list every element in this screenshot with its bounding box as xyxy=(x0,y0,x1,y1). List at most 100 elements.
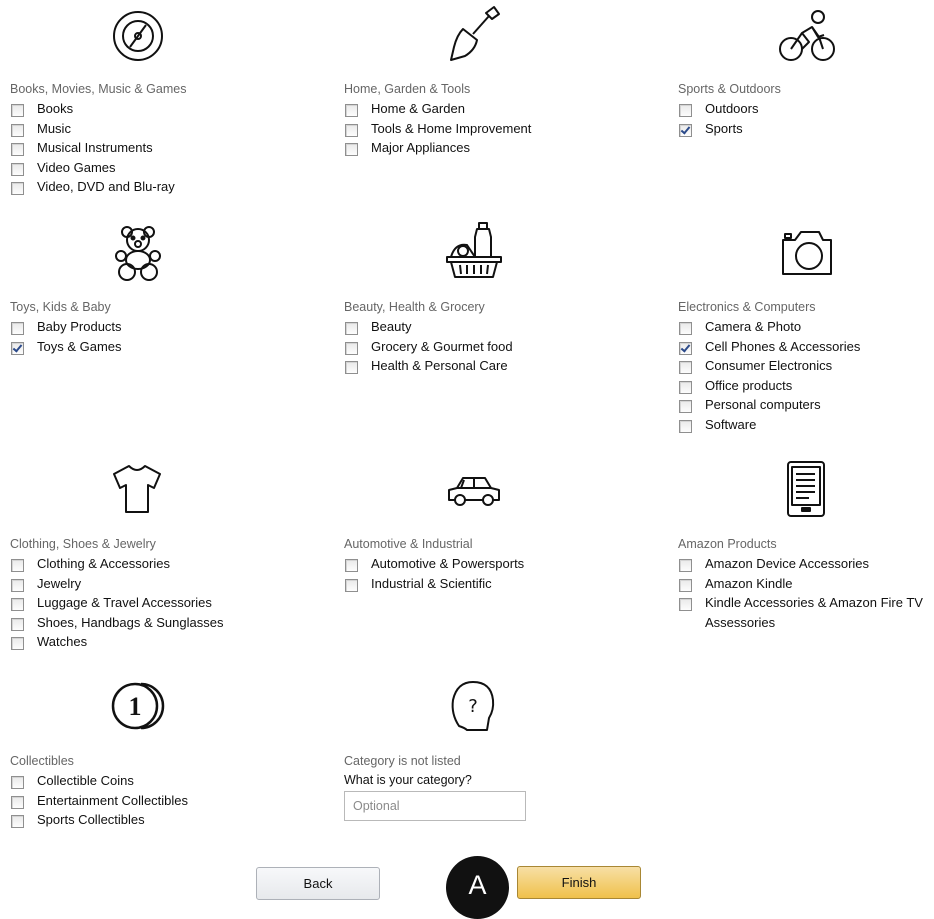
checkbox-checked[interactable] xyxy=(679,341,692,355)
option-label[interactable]: Baby Products xyxy=(37,319,122,335)
option-label[interactable]: Health & Personal Care xyxy=(371,358,508,374)
option-cell-phones-accessories[interactable]: Cell Phones & Accessories xyxy=(678,339,860,359)
option-label[interactable]: Luggage & Travel Accessories xyxy=(37,595,212,611)
checkbox[interactable] xyxy=(11,559,24,572)
back-button[interactable]: Back xyxy=(256,867,380,900)
option-automotive-powersports[interactable]: Automotive & Powersports xyxy=(344,556,524,576)
checkbox[interactable] xyxy=(11,637,24,651)
option-collectible-coins[interactable]: Collectible Coins xyxy=(10,773,188,793)
option-shoes-handbags-sunglasses[interactable]: Shoes, Handbags & Sunglasses xyxy=(10,615,223,635)
option-label[interactable]: Tools & Home Improvement xyxy=(371,121,531,137)
checkbox[interactable] xyxy=(11,795,24,809)
option-consumer-electronics[interactable]: Consumer Electronics xyxy=(678,358,860,378)
option-clothing-accessories[interactable]: Clothing & Accessories xyxy=(10,556,223,576)
option-label[interactable]: Clothing & Accessories xyxy=(37,556,170,572)
option-label[interactable]: Video Games xyxy=(37,160,116,176)
checkbox[interactable] xyxy=(11,815,24,829)
option-label[interactable]: Video, DVD and Blu-ray xyxy=(37,179,175,195)
finish-button[interactable]: Finish xyxy=(517,866,641,899)
option-label[interactable]: Camera & Photo xyxy=(705,319,801,335)
option-label[interactable]: Shoes, Handbags & Sunglasses xyxy=(37,615,223,631)
checkbox[interactable] xyxy=(11,162,24,176)
option-health-personal-care[interactable]: Health & Personal Care xyxy=(344,358,513,378)
option-label[interactable]: Personal computers xyxy=(705,397,821,413)
checkbox[interactable] xyxy=(345,104,358,117)
option-label[interactable]: Consumer Electronics xyxy=(705,358,832,374)
checkbox[interactable] xyxy=(345,143,358,157)
option-software[interactable]: Software xyxy=(678,417,860,437)
checkbox[interactable] xyxy=(679,419,692,433)
option-office-products[interactable]: Office products xyxy=(678,378,860,398)
option-home-garden[interactable]: Home & Garden xyxy=(344,101,531,121)
option-label[interactable]: Collectible Coins xyxy=(37,773,134,789)
option-label[interactable]: Grocery & Gourmet food xyxy=(371,339,513,355)
option-label[interactable]: Industrial & Scientific xyxy=(371,576,492,592)
option-beauty[interactable]: Beauty xyxy=(344,319,513,339)
option-label[interactable]: Home & Garden xyxy=(371,101,465,117)
checkbox[interactable] xyxy=(679,380,692,394)
option-entertainment-collectibles[interactable]: Entertainment Collectibles xyxy=(10,793,188,813)
option-watches[interactable]: Watches xyxy=(10,634,223,654)
option-label[interactable]: Musical Instruments xyxy=(37,140,153,156)
option-video-games[interactable]: Video Games xyxy=(10,160,175,180)
option-label[interactable]: Cell Phones & Accessories xyxy=(705,339,860,355)
option-label[interactable]: Watches xyxy=(37,634,87,650)
checkbox[interactable] xyxy=(345,361,358,375)
checkbox[interactable] xyxy=(11,598,24,612)
option-label[interactable]: Outdoors xyxy=(705,101,758,117)
checkbox[interactable] xyxy=(679,598,692,612)
checkbox[interactable] xyxy=(345,578,358,592)
checkbox[interactable] xyxy=(345,341,358,355)
option-label[interactable]: Toys & Games xyxy=(37,339,122,355)
option-label[interactable]: Software xyxy=(705,417,756,433)
checkbox[interactable] xyxy=(345,322,358,335)
checkbox-checked[interactable] xyxy=(679,123,692,137)
option-label[interactable]: Amazon Kindle xyxy=(705,576,792,592)
checkbox[interactable] xyxy=(11,578,24,592)
option-label[interactable]: Amazon Device Accessories xyxy=(705,556,869,572)
option-grocery-gourmet-food[interactable]: Grocery & Gourmet food xyxy=(344,339,513,359)
category-input[interactable] xyxy=(344,791,526,821)
option-tools-home-improvement[interactable]: Tools & Home Improvement xyxy=(344,121,531,141)
option-label[interactable]: Entertainment Collectibles xyxy=(37,793,188,809)
option-label[interactable]: Office products xyxy=(705,378,792,394)
checkbox[interactable] xyxy=(679,578,692,592)
option-jewelry[interactable]: Jewelry xyxy=(10,576,223,596)
checkbox[interactable] xyxy=(679,400,692,414)
option-toys-games[interactable]: Toys & Games xyxy=(10,339,122,359)
option-label[interactable]: Kindle Accessories & Amazon Fire TV Asse… xyxy=(705,593,930,632)
checkbox[interactable] xyxy=(11,182,24,196)
option-major-appliances[interactable]: Major Appliances xyxy=(344,140,531,160)
checkbox[interactable] xyxy=(345,123,358,137)
option-sports-collectibles[interactable]: Sports Collectibles xyxy=(10,812,188,832)
option-outdoors[interactable]: Outdoors xyxy=(678,101,758,121)
checkbox[interactable] xyxy=(11,776,24,789)
checkbox[interactable] xyxy=(11,143,24,157)
option-label[interactable]: Books xyxy=(37,101,73,117)
option-label[interactable]: Jewelry xyxy=(37,576,81,592)
option-music[interactable]: Music xyxy=(10,121,175,141)
checkbox[interactable] xyxy=(11,123,24,137)
option-personal-computers[interactable]: Personal computers xyxy=(678,397,860,417)
option-label[interactable]: Sports Collectibles xyxy=(37,812,145,828)
option-industrial-scientific[interactable]: Industrial & Scientific xyxy=(344,576,524,596)
option-label[interactable]: Sports xyxy=(705,121,743,137)
option-luggage-travel-accessories[interactable]: Luggage & Travel Accessories xyxy=(10,595,223,615)
option-label[interactable]: Music xyxy=(37,121,71,137)
checkbox[interactable] xyxy=(679,361,692,375)
checkbox[interactable] xyxy=(679,559,692,572)
checkbox[interactable] xyxy=(345,559,358,572)
option-books[interactable]: Books xyxy=(10,101,175,121)
option-label[interactable]: Major Appliances xyxy=(371,140,470,156)
option-amazon-device-accessories[interactable]: Amazon Device Accessories xyxy=(678,556,930,576)
checkbox[interactable] xyxy=(679,322,692,335)
option-baby-products[interactable]: Baby Products xyxy=(10,319,122,339)
option-label[interactable]: Beauty xyxy=(371,319,411,335)
option-camera-photo[interactable]: Camera & Photo xyxy=(678,319,860,339)
checkbox[interactable] xyxy=(11,322,24,335)
checkbox[interactable] xyxy=(11,104,24,117)
checkbox-checked[interactable] xyxy=(11,341,24,355)
checkbox[interactable] xyxy=(11,617,24,631)
option-label[interactable]: Automotive & Powersports xyxy=(371,556,524,572)
option-video-dvd-bluray[interactable]: Video, DVD and Blu-ray xyxy=(10,179,175,199)
